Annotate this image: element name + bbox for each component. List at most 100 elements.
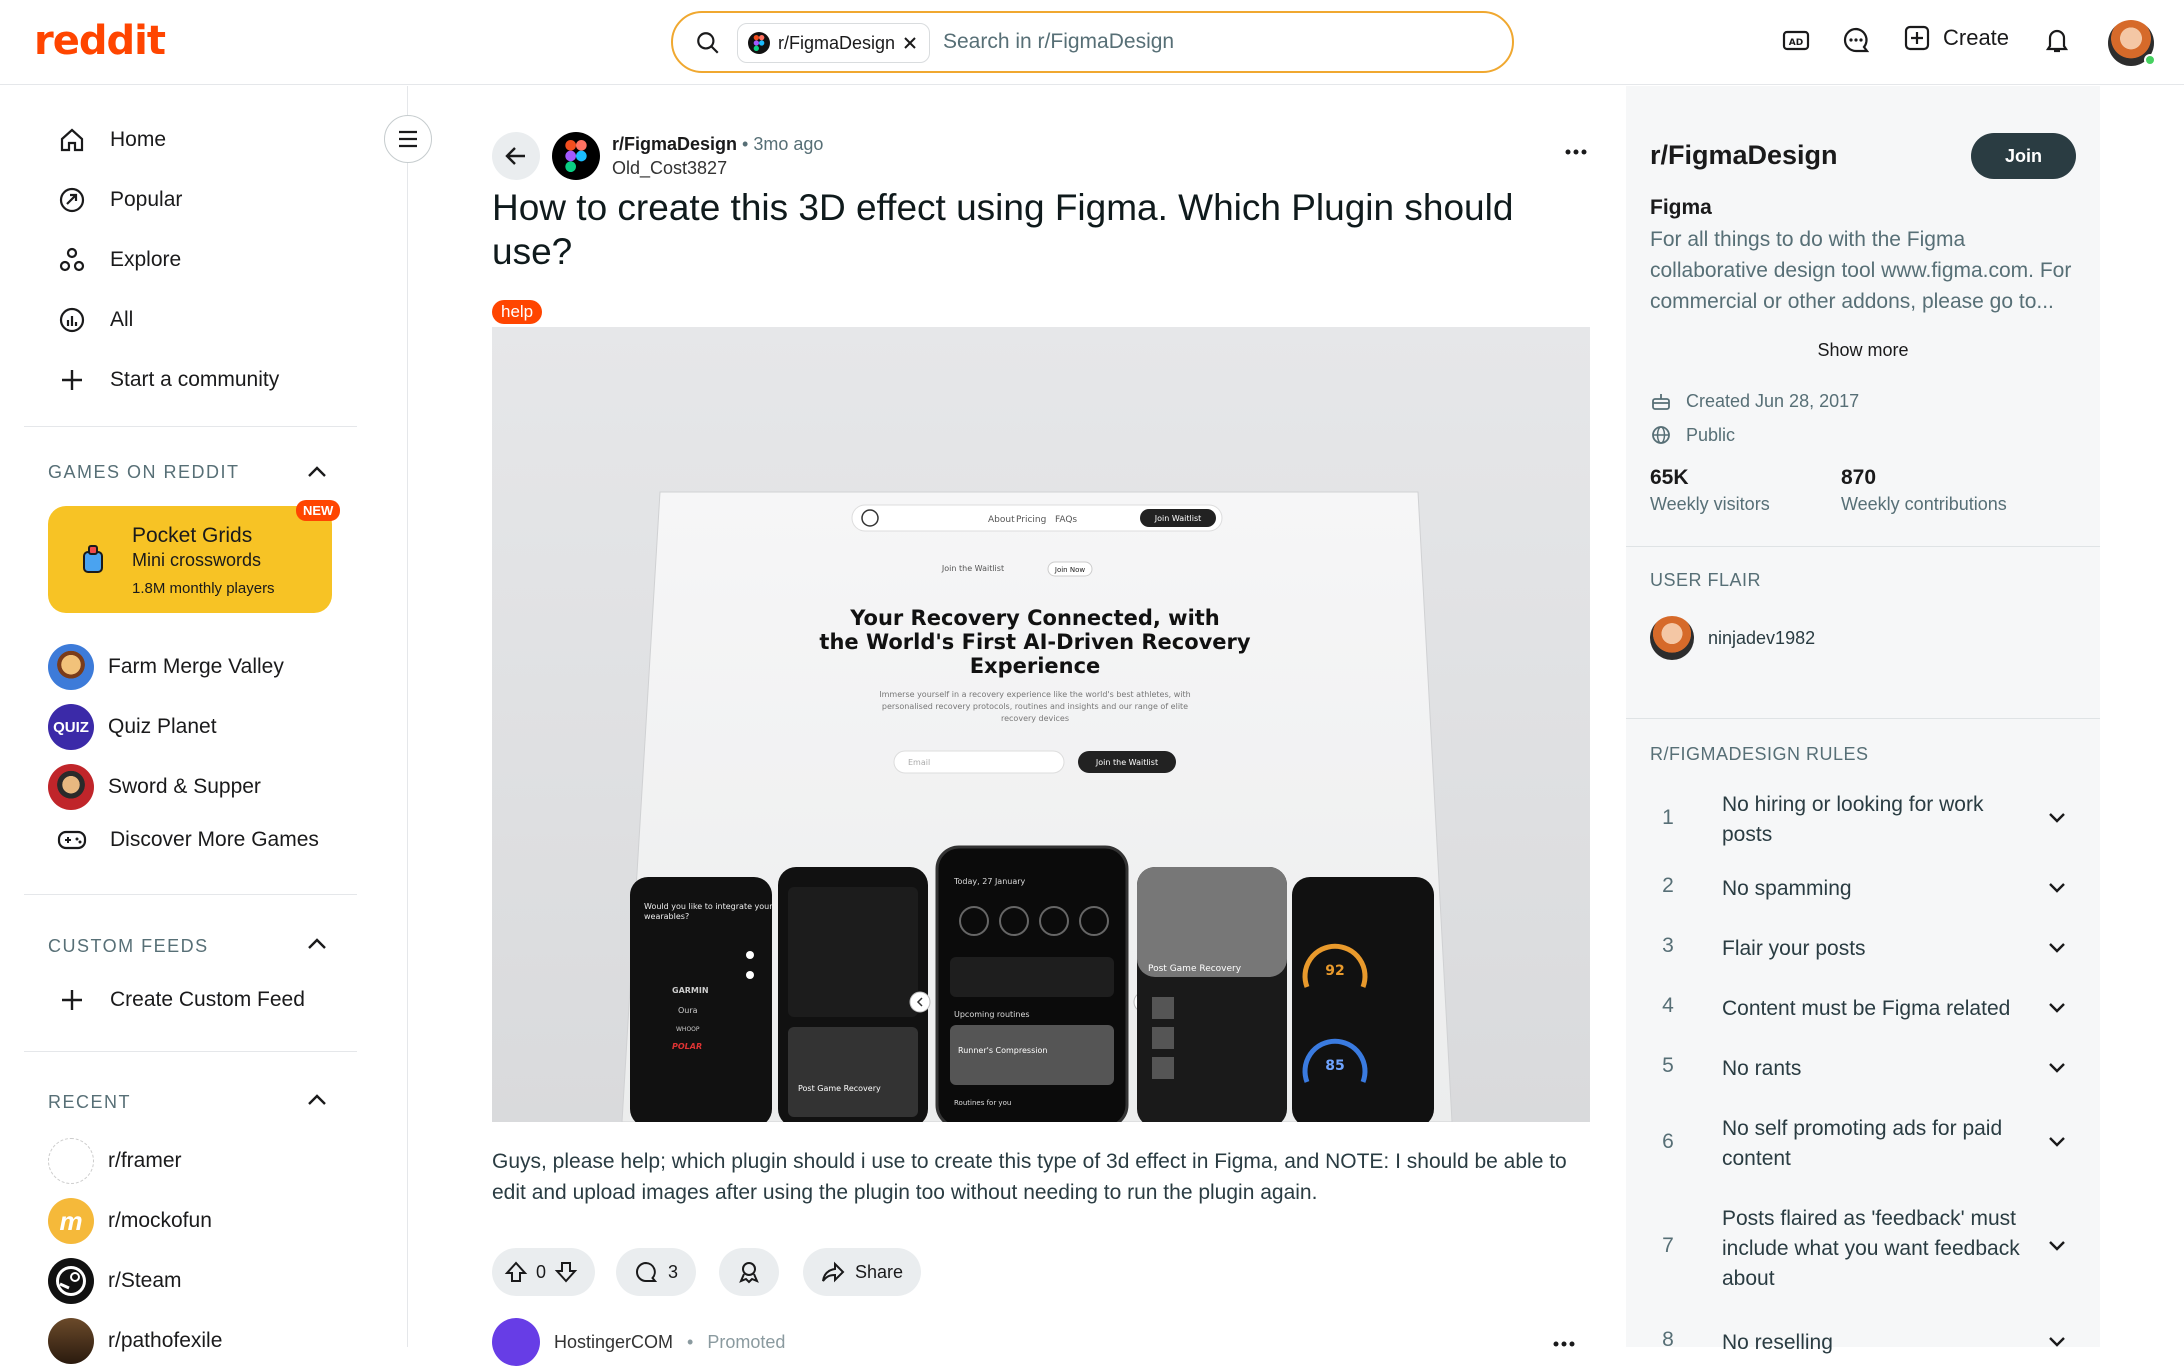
new-badge: NEW: [296, 500, 341, 521]
chevron-down-icon[interactable]: [2046, 876, 2068, 898]
upvote-icon[interactable]: [504, 1260, 528, 1284]
game-item[interactable]: Sword & Supper: [48, 764, 261, 810]
discover-more-games[interactable]: Discover More Games: [56, 824, 319, 856]
close-icon[interactable]: [903, 36, 917, 50]
rule-text: No hiring or looking for work posts: [1722, 793, 1984, 846]
quiz-planet-icon: QUIZ: [48, 704, 94, 750]
post-flair[interactable]: help: [492, 300, 543, 324]
rule-text: Posts flaired as 'feedback' must include…: [1722, 1207, 2020, 1290]
recent-item[interactable]: r/pathofexile: [48, 1318, 222, 1364]
post-author[interactable]: Old_Cost3827: [612, 158, 727, 179]
nav-home[interactable]: Home: [56, 124, 166, 156]
game-label: Discover More Games: [110, 828, 319, 851]
chevron-down-icon[interactable]: [2046, 1330, 2068, 1352]
chevron-down-icon[interactable]: [2046, 996, 2068, 1018]
chevron-down-icon[interactable]: [2046, 1234, 2068, 1256]
phone-2: Post Game Recovery: [778, 867, 928, 1122]
subreddit-link[interactable]: r/FigmaDesign: [612, 134, 737, 154]
promoted-post-header[interactable]: HostingerCOM • Promoted: [492, 1318, 785, 1366]
svg-text:WHOOP: WHOOP: [676, 1026, 700, 1033]
comments-button[interactable]: 3: [616, 1248, 697, 1296]
custom-feeds-title: CUSTOM FEEDS: [48, 936, 209, 956]
nav-all[interactable]: All: [56, 304, 133, 336]
collapse-sidebar-button[interactable]: [384, 115, 432, 163]
join-button[interactable]: Join: [1971, 133, 2076, 179]
svg-text:85: 85: [1325, 1058, 1344, 1074]
search-community-chip[interactable]: r/FigmaDesign: [737, 23, 931, 63]
chevron-up-icon[interactable]: [304, 1090, 330, 1110]
search-icon: [695, 30, 721, 56]
recent-item[interactable]: m r/mockofun: [48, 1198, 212, 1244]
award-button[interactable]: [719, 1248, 779, 1296]
search-bar[interactable]: r/FigmaDesign Search in r/FigmaDesign: [671, 11, 1514, 73]
back-button[interactable]: [492, 132, 540, 180]
svg-text:GARMIN: GARMIN: [672, 986, 709, 995]
chevron-down-icon[interactable]: [2046, 1130, 2068, 1152]
featured-game-card[interactable]: Pocket Grids Mini crosswords 1.8M monthl…: [48, 506, 332, 613]
create-plus-icon: [1904, 25, 1930, 51]
nav-explore[interactable]: Explore: [56, 244, 181, 276]
rule-number: 6: [1662, 1130, 1674, 1153]
create-label: Create: [1943, 25, 2010, 50]
nav-popular[interactable]: Popular: [56, 184, 182, 216]
vote-count: 0: [536, 1261, 547, 1282]
post-image[interactable]: About Pricing FAQs Join Waitlist Join th…: [492, 327, 1590, 1122]
nav-start-community[interactable]: Start a community: [56, 364, 279, 396]
image-pill-right: Join Now: [1054, 566, 1085, 574]
show-more-button[interactable]: Show more: [1626, 340, 2100, 361]
nav-all-label: All: [110, 308, 134, 331]
plus-icon: [56, 984, 88, 1016]
reddit-logo[interactable]: reddit: [34, 18, 166, 64]
nav-home-label: Home: [110, 128, 167, 151]
community-title[interactable]: r/FigmaDesign: [1650, 140, 1838, 171]
rule-number: 2: [1662, 874, 1674, 897]
rule-number: 8: [1662, 1328, 1674, 1351]
chevron-down-icon[interactable]: [2046, 806, 2068, 828]
user-flair-row[interactable]: ninjadev1982: [1650, 616, 1815, 660]
game-item[interactable]: QUIZ Quiz Planet: [48, 704, 217, 750]
advertise-icon[interactable]: AD: [1780, 24, 1812, 56]
sword-and-supper-icon: [48, 764, 94, 810]
nav-popular-label: Popular: [110, 188, 183, 211]
chip-label: r/FigmaDesign: [778, 32, 896, 53]
create-custom-feed-label: Create Custom Feed: [110, 988, 305, 1011]
games-section-title: GAMES ON REDDIT: [48, 462, 240, 482]
chevron-up-icon[interactable]: [304, 934, 330, 954]
create-custom-feed[interactable]: Create Custom Feed: [56, 984, 305, 1016]
more-options-icon[interactable]: [1564, 148, 1588, 156]
notification-bell-icon[interactable]: [2041, 24, 2073, 56]
chat-icon[interactable]: [1840, 24, 1872, 56]
subreddit-avatar[interactable]: [552, 132, 600, 180]
gamepad-icon: [56, 824, 88, 856]
game-players: 1.8M monthly players: [132, 580, 275, 597]
farm-merge-valley-icon: [48, 644, 94, 690]
recent-item[interactable]: r/framer: [48, 1138, 182, 1184]
image-headline-3: Experience: [970, 654, 1101, 678]
flair-avatar: [1650, 616, 1694, 660]
phone-1: Would you like to integrate your wearabl…: [630, 877, 773, 1122]
created-date: Created Jun 28, 2017: [1686, 390, 1860, 411]
user-avatar[interactable]: [2108, 20, 2156, 66]
search-input[interactable]: Search in r/FigmaDesign: [943, 30, 1174, 54]
post-separator: •: [742, 134, 754, 154]
share-button[interactable]: Share: [803, 1248, 922, 1296]
rule-text: No rants: [1722, 1057, 1802, 1080]
create-button[interactable]: Create: [1903, 24, 2009, 52]
weekly-contributions-label: Weekly contributions: [1841, 494, 2007, 514]
game-item[interactable]: Farm Merge Valley: [48, 644, 284, 690]
rule-number: 5: [1662, 1054, 1674, 1077]
weekly-contributions: 870: [1841, 466, 1877, 489]
promo-separator: •: [687, 1331, 694, 1352]
chevron-down-icon[interactable]: [2046, 1056, 2068, 1078]
figma-icon: [565, 140, 587, 172]
game-label: Sword & Supper: [108, 775, 261, 798]
mockofun-icon: m: [48, 1198, 94, 1244]
game-title: Pocket Grids: [132, 524, 253, 547]
chevron-up-icon[interactable]: [304, 462, 330, 482]
promo-label: Promoted: [707, 1331, 786, 1352]
image-subhead-3: recovery devices: [1001, 714, 1069, 723]
explore-icon: [56, 244, 88, 276]
recent-item[interactable]: r/Steam: [48, 1258, 182, 1304]
downvote-icon[interactable]: [554, 1260, 578, 1284]
chevron-down-icon[interactable]: [2046, 936, 2068, 958]
